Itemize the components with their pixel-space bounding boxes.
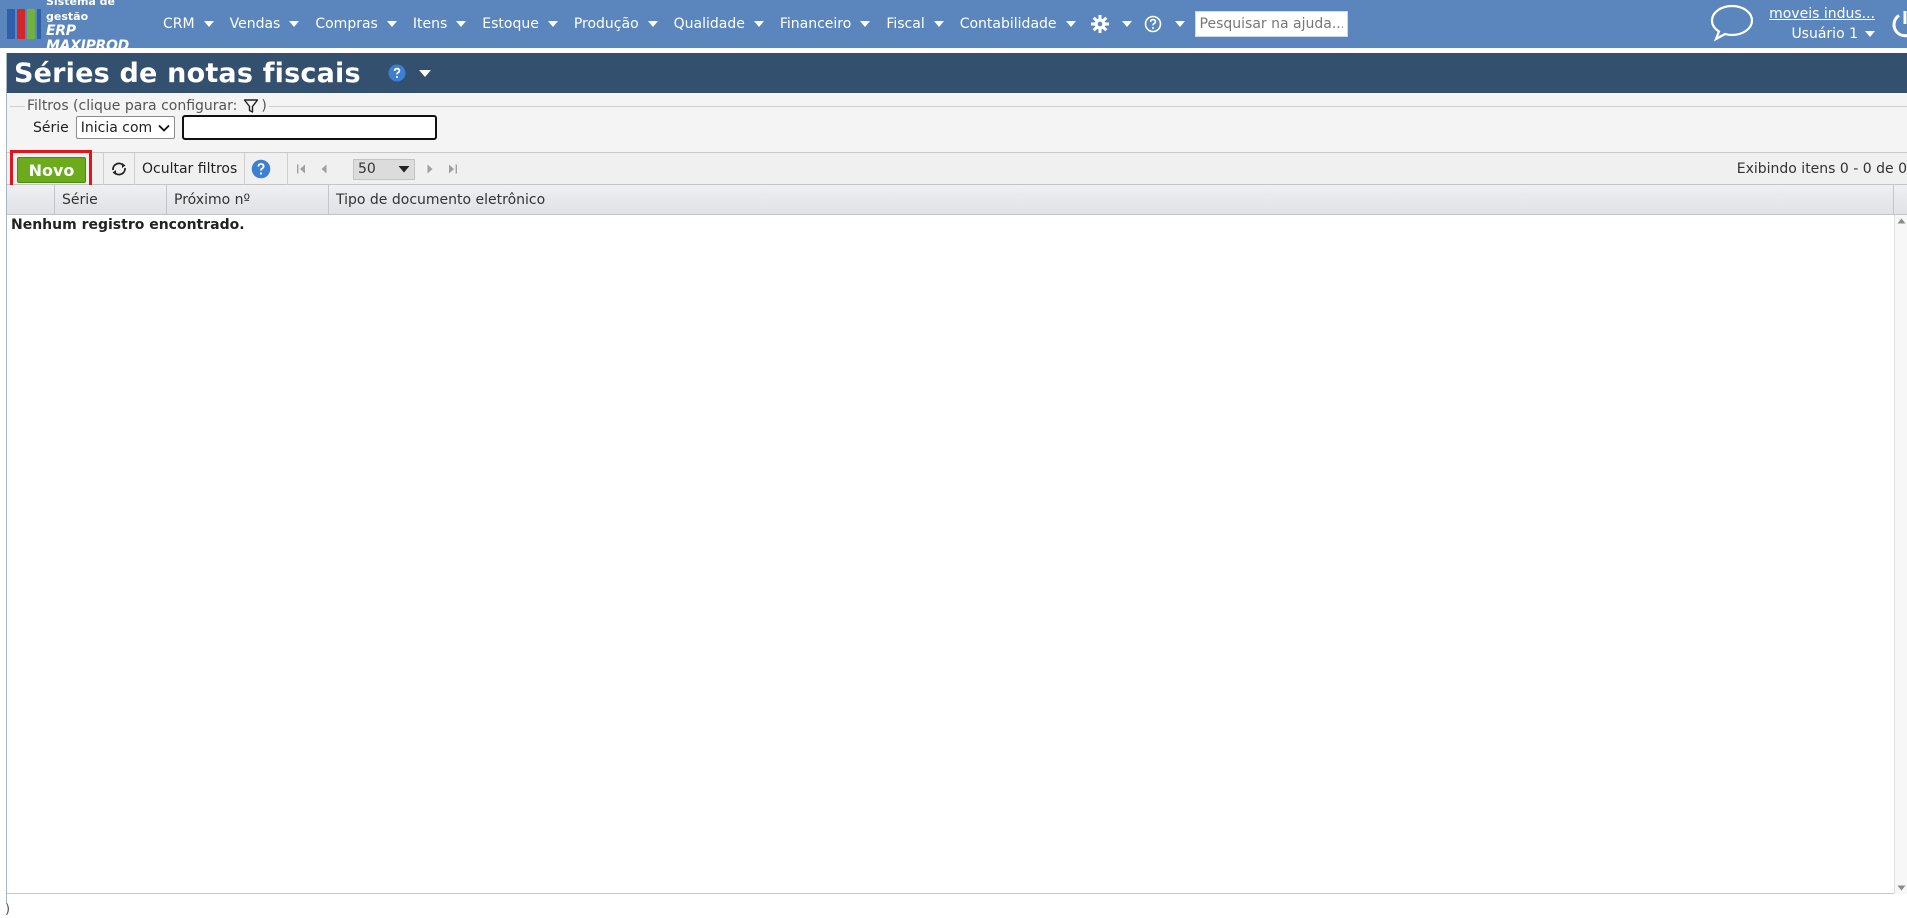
main-menu: CRM Vendas Compras Itens Estoque Produçã… [155,0,1348,48]
menu-qualidade[interactable]: Qualidade [666,0,772,48]
gear-icon [1090,15,1109,33]
menu-compras[interactable]: Compras [307,0,405,48]
chevron-down-icon [158,124,170,132]
menu-fiscal[interactable]: Fiscal [878,0,951,48]
scroll-down-icon[interactable] [1897,885,1906,891]
filters-legend[interactable]: Filtros (clique para configurar: ) [25,98,269,114]
user-name: Usuário 1 [1791,26,1858,42]
page-size-value: 50 [358,161,376,177]
grid-header: Série Próximo nº Tipo de documento eletr… [7,185,1907,215]
page-size-select[interactable]: 50 [353,158,415,180]
page-frame: Séries de notas fiscais Filtros (clique … [6,53,1907,903]
filter-row: Série Inicia com [33,115,437,140]
menu-label: Estoque [482,16,539,32]
menu-label: Contabilidade [959,16,1057,32]
filters-legend-close: ) [261,98,267,114]
chevron-down-icon [203,21,214,27]
vertical-scrollbar[interactable] [1894,215,1907,894]
chevron-down-icon [753,21,764,27]
grid-body: Nenhum registro encontrado. [7,215,1907,894]
fieldset-border [10,106,1907,107]
chevron-down-icon [1174,21,1185,27]
column-header-label: Próximo nº [174,191,251,208]
stray-text: ) [5,902,11,917]
select-column-header[interactable] [7,185,55,214]
grid-help-button[interactable] [244,153,277,185]
help-search-input[interactable] [1194,11,1348,37]
menu-label: Itens [412,16,448,32]
menu-producao[interactable]: Produção [566,0,666,48]
menu-financeiro[interactable]: Financeiro [772,0,878,48]
empty-message: Nenhum registro encontrado. [11,217,245,233]
previous-page-icon[interactable] [318,163,330,175]
question-circle-icon [1144,15,1161,33]
scroll-up-icon[interactable] [1897,218,1906,224]
logo-subtitle: Sistema de gestão [46,0,116,23]
menu-label: Qualidade [673,16,745,32]
help-icon [251,159,271,179]
filter-value-input[interactable] [181,115,437,140]
top-navigation-bar: Sistema de gestão ERP MAXIPROD CRM Venda… [0,0,1907,54]
menu-label: Produção [573,16,639,32]
column-header-proximo-numero[interactable]: Próximo nº [167,185,329,214]
page-title: Séries de notas fiscais [14,57,361,89]
filter-operator-select[interactable]: Inicia com [75,116,175,139]
chevron-down-icon [456,21,467,27]
menu-label: CRM [163,16,195,32]
column-header-serie[interactable]: Série [55,185,167,214]
menu-contabilidade[interactable]: Contabilidade [952,0,1084,48]
filter-funnel-icon[interactable] [243,98,259,114]
chevron-down-icon[interactable] [418,69,431,77]
menu-itens[interactable]: Itens [405,0,474,48]
column-header-label: Série [62,191,98,208]
app-logo[interactable]: Sistema de gestão ERP MAXIPROD [7,0,155,54]
refresh-icon [112,162,126,176]
chat-bubble-icon[interactable] [1709,2,1755,46]
pager: 50 [287,153,459,185]
chevron-down-icon [289,21,300,27]
chevron-down-icon [1065,21,1076,27]
new-button[interactable]: Novo [17,157,86,183]
chevron-down-icon [933,21,944,27]
page-help-button[interactable] [388,64,406,82]
company-link[interactable]: moveis indus... [1769,4,1875,24]
filters-panel: Filtros (clique para configurar: ) Série… [7,93,1907,153]
menu-estoque[interactable]: Estoque [474,0,566,48]
title-bar: Séries de notas fiscais [7,53,1907,93]
power-icon[interactable] [1889,0,1907,48]
column-header-tipo-documento[interactable]: Tipo de documento eletrônico [329,185,1894,214]
column-header-label: Tipo de documento eletrônico [336,191,546,208]
menu-label: Compras [315,16,378,32]
next-page-icon[interactable] [424,163,436,175]
menu-label: Fiscal [886,16,925,32]
logo-mark-icon [7,9,41,39]
chevron-down-icon [647,21,658,27]
user-menu[interactable]: Usuário 1 [1769,24,1875,44]
chevron-down-icon [547,21,558,27]
last-page-icon[interactable] [445,163,459,175]
menu-label: Vendas [229,16,281,32]
settings-menu[interactable] [1084,0,1138,48]
filter-field-label: Série [33,119,69,136]
pager-status: Exibindo itens 0 - 0 de 0 [1736,161,1907,177]
grid-toolbar: Novo Ocultar filtros 50 Exibindo itens 0… [7,150,1907,189]
menu-label: Financeiro [779,16,852,32]
chevron-down-icon [1121,21,1132,27]
hide-filters-button[interactable]: Ocultar filtros [134,153,244,185]
help-menu[interactable] [1138,0,1191,48]
menu-crm[interactable]: CRM [155,0,222,48]
logo-title: ERP MAXIPROD [46,23,129,54]
filter-operator-value: Inicia com [80,119,153,136]
chevron-down-icon [398,166,410,173]
chevron-down-icon [386,21,397,27]
filters-legend-text: Filtros (clique para configurar: [27,98,238,114]
first-page-icon[interactable] [295,163,309,175]
chevron-down-icon [860,21,871,27]
menu-vendas[interactable]: Vendas [222,0,308,48]
hide-filters-label: Ocultar filtros [142,161,238,177]
help-icon [388,64,406,82]
refresh-button[interactable] [103,153,134,185]
chevron-down-icon [1865,31,1875,37]
